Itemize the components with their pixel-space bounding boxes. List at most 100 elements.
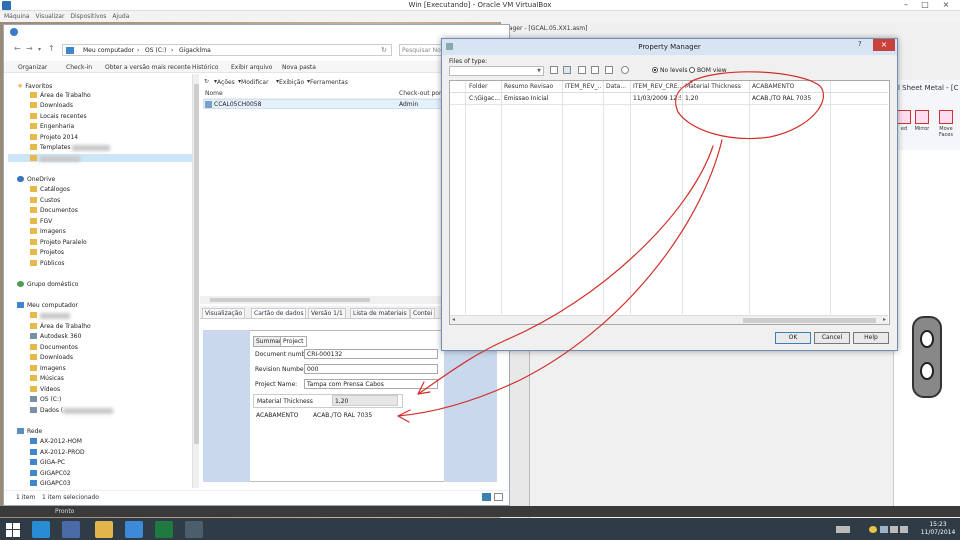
skype-icon[interactable]	[32, 521, 50, 538]
files-of-type-select[interactable]: ▼	[449, 66, 544, 76]
breadcrumb-folder[interactable]: Gigacklma	[179, 47, 211, 54]
ok-button[interactable]: OK	[775, 332, 811, 344]
nav-item[interactable]: Catálogos	[30, 186, 70, 193]
network-status-icon[interactable]	[890, 526, 898, 533]
nav-item[interactable]: GIGAPC02	[30, 470, 71, 477]
nav-item[interactable]: Músicas	[30, 375, 64, 382]
nav-item[interactable]: Documentos	[30, 207, 78, 214]
cancel-button[interactable]: Cancel	[814, 332, 850, 344]
up-arrow-icon[interactable]: ↑	[48, 44, 55, 53]
file-explorer-icon[interactable]	[95, 521, 113, 538]
menu-maquina[interactable]: Máquina	[4, 11, 30, 22]
nav-item[interactable]: Públicos	[30, 260, 65, 267]
nav-item[interactable]: Vídeos	[30, 386, 60, 393]
datacard-tab-project[interactable]: Project	[280, 336, 307, 347]
keyboard-icon[interactable]	[836, 526, 850, 533]
tab-lista-de-materiais[interactable]: Lista de materiais	[350, 308, 410, 319]
nav-item[interactable]: Área de Trabalho	[30, 323, 91, 330]
cell-resumo-revisao[interactable]: Emissao Inicial	[504, 95, 560, 102]
menu-acoes[interactable]: ▾ Ações	[214, 78, 235, 86]
nav-item[interactable]: AX-2012-HOM	[30, 438, 82, 445]
maximize-button[interactable]: □	[916, 0, 934, 11]
cmd-nova-pasta[interactable]: Nova pasta	[282, 64, 316, 71]
save-all-icon[interactable]	[563, 66, 571, 74]
nav-item[interactable]: AX-2012-PROD	[30, 449, 85, 456]
nav-item[interactable]: Documentos	[30, 344, 78, 351]
dialog-close-button[interactable]: ×	[873, 39, 895, 51]
col-resumo-revisao[interactable]: Resumo Revisao	[504, 83, 560, 90]
menu-visualizar[interactable]: Visualizar	[36, 11, 65, 22]
taskbar-clock[interactable]: 15:23 11/07/2014	[918, 521, 958, 538]
close-button[interactable]: ×	[935, 0, 957, 11]
nav-item[interactable]: Imagens	[30, 228, 66, 235]
cut-icon[interactable]	[578, 66, 586, 74]
excel-icon[interactable]	[155, 521, 173, 538]
nav-item[interactable]: Projetos	[30, 249, 64, 256]
cmd-historico[interactable]: Histórico	[192, 64, 218, 71]
file-horizontal-scrollbar[interactable]	[200, 296, 442, 304]
network-app-icon[interactable]	[125, 521, 143, 538]
forward-arrow-icon[interactable]: →	[26, 44, 33, 53]
col-acabamento[interactable]: ACABAMENTO	[752, 83, 828, 90]
nav-item[interactable]: Downloads	[30, 102, 73, 109]
cell-item-rev-cre[interactable]: 11/03/2009 12:55	[633, 95, 681, 102]
tab-versao[interactable]: Versão 1/1	[308, 308, 346, 319]
nav-item[interactable]: Projeto 2014	[30, 134, 78, 141]
breadcrumb-drive[interactable]: OS (C:)	[145, 47, 166, 54]
material-thickness-field[interactable]: 1,20	[332, 395, 398, 406]
menu-exibicao[interactable]: ▾ Exibição	[276, 78, 304, 86]
nav-item[interactable]: Custos	[30, 197, 60, 204]
project-name-field[interactable]: Tampa com Prensa Cabos	[304, 379, 438, 389]
grid-horizontal-scrollbar[interactable]: ◂ ▸	[450, 315, 888, 324]
virtualbox-taskbar-icon[interactable]	[62, 521, 80, 538]
nav-item[interactable]: Engenharia	[30, 123, 74, 130]
cell-acabamento[interactable]: ACAB./TO RAL 7035	[752, 95, 828, 102]
nav-item[interactable]: FGV	[30, 218, 52, 225]
nav-scrollbar[interactable]	[192, 74, 199, 488]
breadcrumb-computer[interactable]: Meu computador	[83, 47, 134, 54]
volume-icon[interactable]	[900, 526, 908, 533]
refresh-icon[interactable]: ↻	[204, 78, 209, 85]
col-material-thickness[interactable]: Material Thickness	[685, 83, 747, 90]
details-view-icon[interactable]	[482, 493, 491, 501]
nav-item[interactable]: Autodesk 360	[30, 333, 81, 340]
revision-number-field[interactable]: 000	[304, 364, 438, 374]
tiles-view-icon[interactable]	[494, 493, 503, 501]
refresh-icon[interactable]: ↻	[381, 46, 387, 54]
radio-no-levels[interactable]: No levels	[652, 67, 687, 74]
scroll-thumb[interactable]	[194, 84, 199, 444]
col-item-rev-cre[interactable]: ITEM_REV_CRE...	[633, 83, 681, 90]
tab-cartao-de-dados[interactable]: Cartão de dados	[251, 308, 307, 319]
scroll-left-icon[interactable]: ◂	[452, 316, 455, 323]
cmd-exibir-arquivo[interactable]: Exibir arquivo	[231, 64, 272, 71]
back-arrow-icon[interactable]: ←	[14, 44, 21, 53]
nav-item[interactable]: Imagens	[30, 365, 66, 372]
scroll-thumb[interactable]	[210, 298, 370, 302]
tray-app-icon[interactable]	[869, 526, 877, 533]
file-row[interactable]: CCAL05CH0058 Admin	[203, 99, 443, 109]
undo-icon[interactable]	[621, 66, 629, 74]
document-number-field[interactable]: CRI-000132	[304, 349, 438, 359]
search-input[interactable]: Pesquisar No	[399, 44, 444, 56]
cmd-obter-versao[interactable]: Obter a versão mais recente	[105, 64, 191, 71]
ribbon-button-mirror[interactable]: Mirror	[912, 110, 932, 132]
col-data[interactable]: Data...	[606, 83, 629, 90]
nav-meu-computador[interactable]: Meu computador	[17, 302, 78, 309]
tab-visualizacao[interactable]: Visualização	[202, 308, 246, 319]
cell-folder[interactable]: C:\Gigac...	[469, 95, 500, 102]
help-icon[interactable]: ?	[858, 40, 862, 48]
nav-grupo-domestico[interactable]: Grupo doméstico	[17, 281, 78, 288]
tab-conteudo[interactable]: Contei	[410, 308, 436, 319]
flag-icon[interactable]	[880, 526, 888, 533]
nav-onedrive[interactable]: OneDrive	[17, 176, 55, 183]
nav-item[interactable]: Downloads	[30, 354, 73, 361]
ribbon-button-move-faces[interactable]: Move Faces	[936, 110, 956, 138]
nav-item[interactable]: Templates	[30, 144, 111, 151]
taskbar-app-icon[interactable]	[185, 521, 203, 538]
cmd-organizar[interactable]: Organizar	[18, 64, 47, 71]
col-item-rev[interactable]: ITEM_REV_...	[565, 83, 601, 90]
nav-item[interactable]: OS (C:)	[30, 396, 61, 403]
nav-item[interactable]: GIGAPC03	[30, 480, 71, 487]
menu-dispositivos[interactable]: Dispositivos	[70, 11, 106, 22]
minimize-button[interactable]: –	[897, 0, 915, 11]
